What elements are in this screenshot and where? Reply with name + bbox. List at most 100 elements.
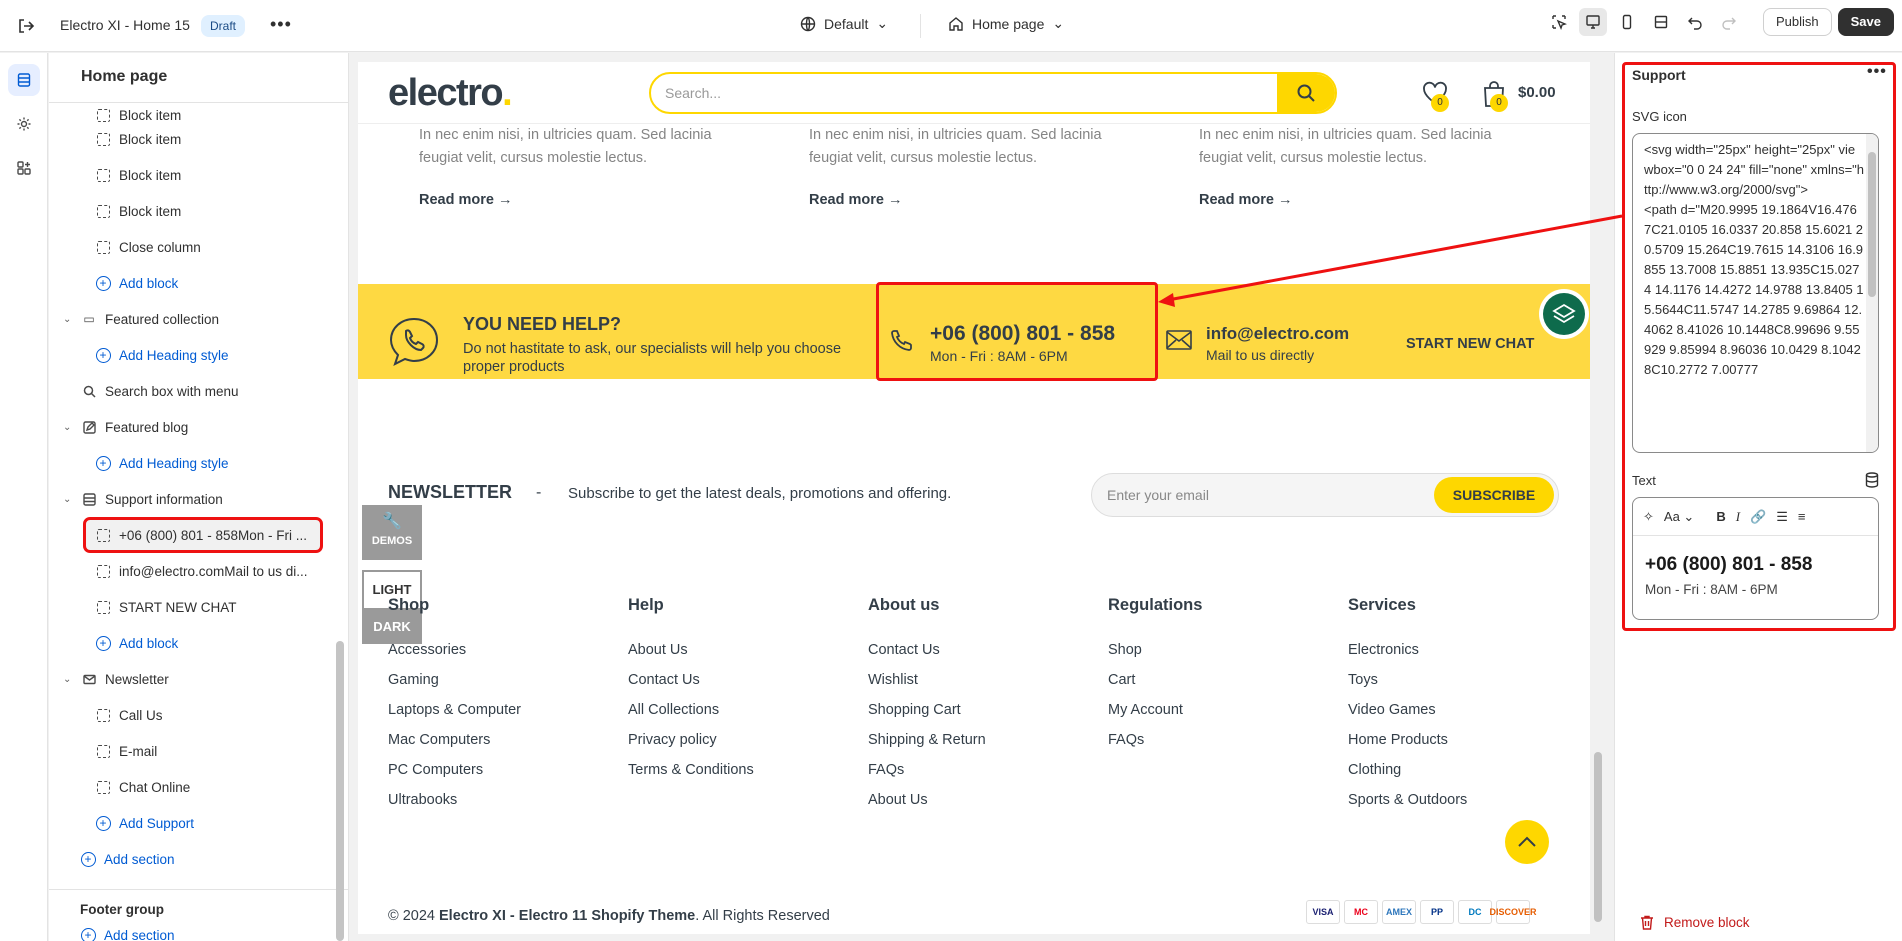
theme-selector[interactable]: Default ⌄ — [800, 15, 888, 32]
sidebar-scrollbar[interactable] — [336, 641, 344, 941]
sidebar-item-chat-online[interactable]: Chat Online — [95, 773, 190, 801]
preview-scrollbar[interactable] — [1591, 62, 1605, 934]
footer-link[interactable]: About Us — [868, 792, 928, 808]
sidebar-item-block[interactable]: Block item — [95, 197, 181, 225]
copyright-brand[interactable]: Electro XI - Electro 11 Shopify Theme — [439, 908, 695, 924]
footer-link[interactable]: Contact Us — [868, 642, 940, 658]
link-icon[interactable]: 🔗 — [1750, 509, 1766, 525]
sidebar-item-support-email[interactable]: info@electro.comMail to us di... — [95, 557, 308, 585]
footer-link[interactable]: Video Games — [1348, 702, 1436, 718]
footer-link[interactable]: Clothing — [1348, 762, 1401, 778]
magic-icon[interactable]: ✧ — [1643, 509, 1654, 525]
cart-button[interactable]: 0 — [1482, 80, 1508, 113]
sidebar-item-support-chat[interactable]: START NEW CHAT — [95, 593, 237, 621]
chevron-down-icon[interactable]: ⌄ — [63, 314, 75, 325]
fullscreen-view-icon[interactable] — [1647, 8, 1675, 36]
footer-link[interactable]: Wishlist — [868, 672, 918, 688]
footer-link[interactable]: Cart — [1108, 672, 1135, 688]
textarea-scrollbar[interactable] — [1866, 134, 1878, 452]
subscribe-button[interactable]: SUBSCRIBE — [1434, 477, 1554, 513]
more-actions-button[interactable]: ••• — [270, 14, 292, 35]
footer-link[interactable]: Sports & Outdoors — [1348, 792, 1467, 808]
footer-link[interactable]: Ultrabooks — [388, 792, 457, 808]
store-logo[interactable]: electro. — [388, 72, 513, 115]
mobile-view-icon[interactable] — [1613, 8, 1641, 36]
font-size-icon[interactable]: Aa ⌄ — [1664, 509, 1694, 525]
rich-text-editor[interactable]: ✧ Aa ⌄ B I 🔗 ☰ ≡ +06 (800) 801 - 858 Mon… — [1632, 497, 1879, 620]
add-section-button[interactable]: + Add section — [80, 845, 175, 873]
sidebar-item-block[interactable]: Block item — [95, 161, 181, 189]
read-more-link[interactable]: Read more → — [809, 192, 902, 208]
remove-block-button[interactable]: Remove block — [1640, 915, 1750, 930]
inspector-icon[interactable] — [1545, 8, 1573, 36]
sidebar-item-search-box[interactable]: Search box with menu — [81, 377, 239, 405]
italic-icon[interactable]: I — [1736, 509, 1740, 525]
bold-icon[interactable]: B — [1716, 509, 1725, 524]
numbered-list-icon[interactable]: ≡ — [1798, 509, 1806, 524]
footer-link[interactable]: Shopping Cart — [868, 702, 961, 718]
page-selector[interactable]: Home page ⌄ — [948, 15, 1064, 32]
footer-link[interactable]: Laptops & Computer — [388, 702, 521, 718]
shopify-inbox-button[interactable] — [1539, 289, 1589, 339]
save-button[interactable]: Save — [1837, 8, 1894, 36]
add-block-button[interactable]: + Add block — [95, 269, 178, 297]
chevron-down-icon[interactable]: ⌄ — [63, 494, 75, 505]
footer-link[interactable]: Terms & Conditions — [628, 762, 754, 778]
footer-link[interactable]: Mac Computers — [388, 732, 490, 748]
footer-link[interactable]: Accessories — [388, 642, 466, 658]
sidebar-item-featured-collection[interactable]: ⌄ ▭ Featured collection — [63, 305, 219, 333]
add-section-button[interactable]: + Add section — [80, 921, 348, 941]
add-heading-style-button[interactable]: + Add Heading style — [95, 449, 229, 477]
exit-icon[interactable] — [14, 14, 38, 38]
footer-link[interactable]: PC Computers — [388, 762, 483, 778]
sidebar-item-newsletter[interactable]: ⌄ Newsletter — [63, 665, 169, 693]
block-more-button[interactable]: ••• — [1867, 63, 1887, 81]
sections-icon[interactable] — [8, 64, 40, 96]
apps-icon[interactable] — [8, 152, 40, 184]
newsletter-email-input[interactable]: Enter your email SUBSCRIBE — [1091, 473, 1559, 517]
footer-link[interactable]: All Collections — [628, 702, 719, 718]
footer-link[interactable]: Privacy policy — [628, 732, 717, 748]
sidebar-item-call-us[interactable]: Call Us — [95, 701, 163, 729]
dark-mode-button[interactable]: DARK — [362, 610, 422, 644]
gear-icon[interactable] — [8, 108, 40, 140]
footer-link[interactable]: Gaming — [388, 672, 439, 688]
chevron-down-icon[interactable]: ⌄ — [63, 674, 75, 685]
chevron-down-icon[interactable]: ⌄ — [63, 422, 75, 433]
add-support-button[interactable]: + Add Support — [95, 809, 194, 837]
footer-link[interactable]: FAQs — [1108, 732, 1144, 748]
add-block-button[interactable]: + Add block — [95, 629, 178, 657]
footer-link[interactable]: My Account — [1108, 702, 1183, 718]
read-more-link[interactable]: Read more → — [419, 192, 512, 208]
footer-link[interactable]: Shipping & Return — [868, 732, 986, 748]
store-search[interactable]: Search... — [649, 72, 1337, 114]
plus-circle-icon: + — [95, 347, 111, 363]
footer-link[interactable]: Contact Us — [628, 672, 700, 688]
footer-link[interactable]: Toys — [1348, 672, 1378, 688]
read-more-link[interactable]: Read more → — [1199, 192, 1292, 208]
desktop-view-icon[interactable] — [1578, 8, 1607, 36]
undo-icon[interactable] — [1681, 8, 1709, 36]
scroll-to-top-button[interactable] — [1505, 820, 1549, 864]
footer-link[interactable]: Shop — [1108, 642, 1142, 658]
svg-icon-textarea[interactable]: <svg width="25px" height="25px" viewbox=… — [1632, 133, 1879, 453]
search-button[interactable] — [1277, 74, 1335, 112]
sidebar-item-support-information[interactable]: ⌄ Support information — [63, 485, 223, 513]
footer-link[interactable]: Home Products — [1348, 732, 1448, 748]
demos-button[interactable]: 🔧 DEMOS — [362, 505, 422, 560]
bullet-list-icon[interactable]: ☰ — [1776, 509, 1788, 525]
sidebar-item-block[interactable]: Block item — [95, 125, 181, 153]
sidebar-item-featured-blog[interactable]: ⌄ Featured blog — [63, 413, 188, 441]
footer-link[interactable]: Electronics — [1348, 642, 1419, 658]
redo-icon[interactable] — [1715, 8, 1743, 36]
publish-button[interactable]: Publish — [1762, 8, 1832, 36]
sidebar-item-email[interactable]: E-mail — [95, 737, 157, 765]
start-chat-link[interactable]: START NEW CHAT — [1406, 336, 1534, 352]
footer-link[interactable]: About Us — [628, 642, 688, 658]
sidebar-item-support-phone-selected[interactable]: +06 (800) 801 - 858Mon - Fri ... — [83, 517, 323, 553]
wishlist-button[interactable]: 0 — [1421, 80, 1449, 112]
footer-link[interactable]: FAQs — [868, 762, 904, 778]
add-heading-style-button[interactable]: + Add Heading style — [95, 341, 229, 369]
database-icon[interactable] — [1865, 472, 1879, 488]
sidebar-item-close-column[interactable]: Close column — [95, 233, 201, 261]
